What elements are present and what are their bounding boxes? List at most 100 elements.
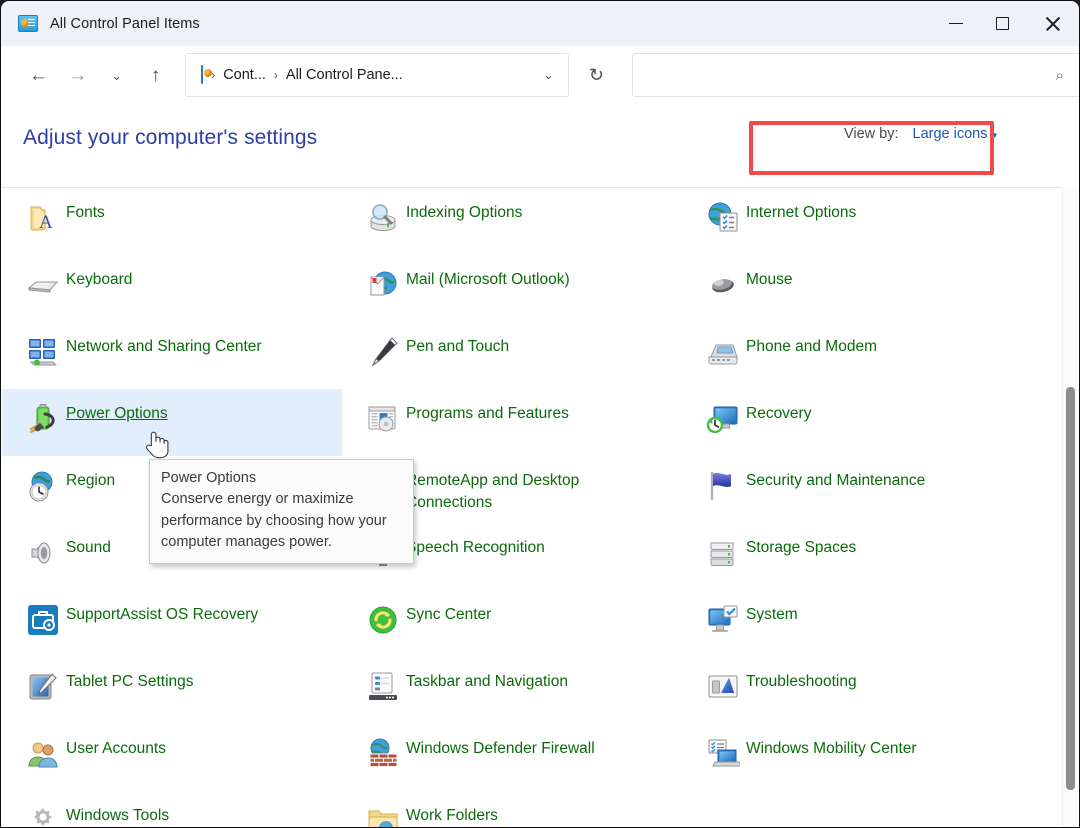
control-panel-item[interactable]: Power Options xyxy=(2,389,342,456)
maximize-icon xyxy=(996,17,1009,30)
sound-icon xyxy=(20,535,66,570)
control-panel-item[interactable]: Phone and Modem xyxy=(682,322,1042,389)
storage-spaces-icon xyxy=(700,535,746,570)
address-bar-chevron-down-icon[interactable]: ⌄ xyxy=(543,67,554,83)
vertical-scrollbar[interactable] xyxy=(1062,187,1078,827)
control-panel-item[interactable]: Security and Maintenance xyxy=(682,456,1042,523)
control-panel-item-label: Mouse xyxy=(746,267,793,291)
control-panel-item-label: Recovery xyxy=(746,401,811,425)
control-panel-item[interactable]: Internet Options xyxy=(682,188,1042,255)
control-panel-item[interactable]: A Fonts xyxy=(2,188,342,255)
window-controls xyxy=(933,1,1080,46)
search-icon[interactable]: ⌕ xyxy=(1056,67,1064,84)
control-panel-item[interactable]: Windows Tools xyxy=(2,791,342,827)
phone-modem-icon xyxy=(700,334,746,369)
firewall-icon xyxy=(360,736,406,771)
mail-icon xyxy=(360,267,406,302)
back-arrow-icon: ← xyxy=(29,66,48,85)
recent-locations-button[interactable]: ⌄ xyxy=(97,57,136,93)
indexing-options-icon xyxy=(360,200,406,235)
search-input[interactable] xyxy=(633,54,1056,96)
page-title: Adjust your computer's settings xyxy=(23,126,317,150)
mouse-icon xyxy=(700,267,746,302)
address-bar-control-panel-icon xyxy=(201,66,203,84)
control-panel-item-label: Taskbar and Navigation xyxy=(406,669,568,693)
close-button[interactable] xyxy=(1025,1,1080,46)
mobility-center-icon xyxy=(700,736,746,771)
control-panel-item-label: Windows Defender Firewall xyxy=(406,736,595,760)
region-icon xyxy=(20,468,66,503)
search-bar[interactable]: ⌕ xyxy=(632,53,1080,97)
breadcrumb-separator-1: › xyxy=(211,68,215,82)
control-panel-item[interactable]: Programs and Features xyxy=(342,389,682,456)
tooltip-body: Conserve energy or maximize performance … xyxy=(161,489,402,553)
control-panel-icon xyxy=(18,15,38,32)
breadcrumb-separator-2: › xyxy=(274,68,278,82)
control-panel-item-label: SupportAssist OS Recovery xyxy=(66,602,258,626)
control-panel-item[interactable]: Tablet PC Settings xyxy=(2,657,342,724)
forward-button[interactable]: → xyxy=(58,57,97,93)
maximize-button[interactable] xyxy=(979,1,1025,46)
control-panel-item[interactable]: Pen and Touch xyxy=(342,322,682,389)
refresh-icon: ↻ xyxy=(589,65,604,86)
up-button[interactable]: ↑ xyxy=(136,57,175,93)
address-bar[interactable]: › Cont... › All Control Pane... ⌄ xyxy=(185,53,569,97)
recovery-icon xyxy=(700,401,746,436)
control-panel-item-label: Mail (Microsoft Outlook) xyxy=(406,267,570,291)
control-panel-item-label: Windows Mobility Center xyxy=(746,736,917,760)
control-panel-item[interactable]: Taskbar and Navigation xyxy=(342,657,682,724)
power-options-icon xyxy=(20,401,66,436)
minimize-button[interactable] xyxy=(933,1,979,46)
control-panel-item-label: Speech Recognition xyxy=(406,535,545,559)
control-panel-item-label: Windows Tools xyxy=(66,803,169,827)
control-panel-item[interactable]: Indexing Options xyxy=(342,188,682,255)
user-accounts-icon xyxy=(20,736,66,771)
control-panel-item-label: Keyboard xyxy=(66,267,132,291)
control-panel-item-label: Sync Center xyxy=(406,602,491,626)
programs-features-icon xyxy=(360,401,406,436)
svg-text:A: A xyxy=(39,212,53,233)
items-column-3: Internet Options Mouse Phone and Modem R… xyxy=(682,188,1042,827)
control-panel-item[interactable]: SupportAssist OS Recovery xyxy=(2,590,342,657)
chevron-down-icon: ⌄ xyxy=(111,69,122,82)
control-panel-item-label: Programs and Features xyxy=(406,401,569,425)
control-panel-item[interactable]: System xyxy=(682,590,1042,657)
control-panel-item-label: Troubleshooting xyxy=(746,669,857,693)
control-panel-item[interactable]: Mouse xyxy=(682,255,1042,322)
window-title: All Control Panel Items xyxy=(50,16,200,32)
control-panel-item-label: System xyxy=(746,602,798,626)
forward-arrow-icon: → xyxy=(68,66,87,85)
control-panel-item[interactable]: Recovery xyxy=(682,389,1042,456)
control-panel-item[interactable]: Network and Sharing Center xyxy=(2,322,342,389)
control-panel-item-label: Storage Spaces xyxy=(746,535,856,559)
power-options-tooltip: Power Options Conserve energy or maximiz… xyxy=(149,459,414,564)
control-panel-item[interactable]: Storage Spaces xyxy=(682,523,1042,590)
control-panel-item[interactable]: Keyboard xyxy=(2,255,342,322)
control-panel-item[interactable]: Windows Defender Firewall xyxy=(342,724,682,791)
breadcrumb-item-control-panel[interactable]: Cont... xyxy=(223,67,266,83)
tablet-pc-icon xyxy=(20,669,66,704)
control-panel-item-label: Security and Maintenance xyxy=(746,468,925,492)
windows-tools-icon xyxy=(20,803,66,827)
close-icon xyxy=(1044,15,1062,33)
control-panel-item-label: Fonts xyxy=(66,200,105,224)
scrollbar-thumb[interactable] xyxy=(1066,387,1075,790)
control-panel-item-label: Tablet PC Settings xyxy=(66,669,194,693)
breadcrumb-item-all-control-panel-items[interactable]: All Control Pane... xyxy=(286,67,403,83)
refresh-button[interactable]: ↻ xyxy=(577,56,616,94)
control-panel-item[interactable]: Troubleshooting xyxy=(682,657,1042,724)
annotation-highlight-box xyxy=(749,121,994,175)
navigation-bar: ← → ⌄ ↑ › Cont... › All Control Pane... … xyxy=(1,46,1080,104)
control-panel-item[interactable]: Mail (Microsoft Outlook) xyxy=(342,255,682,322)
tooltip-title: Power Options xyxy=(161,468,402,489)
control-panel-item[interactable]: Windows Mobility Center xyxy=(682,724,1042,791)
back-button[interactable]: ← xyxy=(19,57,58,93)
work-folders-icon xyxy=(360,803,406,827)
control-panel-item[interactable]: User Accounts xyxy=(2,724,342,791)
control-panel-item-label: RemoteApp and Desktop Connections xyxy=(406,468,656,514)
network-sharing-icon xyxy=(20,334,66,369)
control-panel-item[interactable]: Sync Center xyxy=(342,590,682,657)
fonts-icon: A xyxy=(20,200,66,235)
control-panel-item[interactable]: Work Folders xyxy=(342,791,682,827)
control-panel-item-label: Internet Options xyxy=(746,200,856,224)
